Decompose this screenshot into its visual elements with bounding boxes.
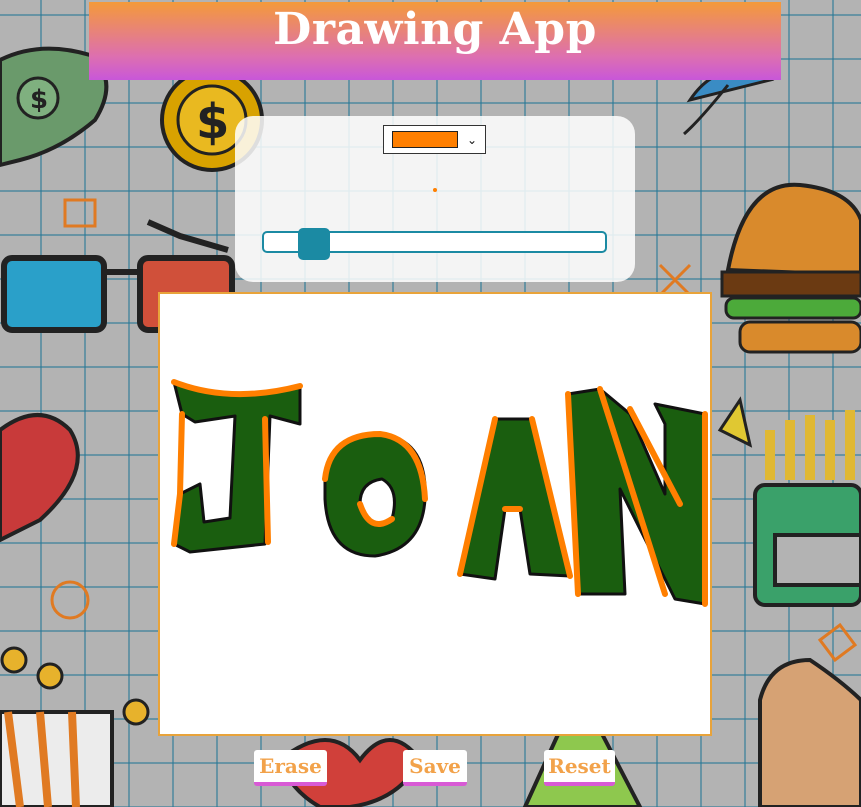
popcorn-icon (0, 646, 150, 807)
save-button[interactable]: Save (403, 750, 467, 786)
color-select[interactable]: ⌄ (383, 125, 486, 154)
selected-color-swatch (392, 131, 458, 148)
svg-text:$: $ (196, 94, 229, 150)
app-header: Drawing App (89, 2, 781, 80)
drawn-letter-j (172, 380, 302, 554)
reset-button[interactable]: Reset (544, 750, 615, 786)
erase-button[interactable]: Erase (254, 750, 327, 786)
controls-panel: ⌄ (235, 116, 635, 282)
canvas-drawing (171, 379, 708, 607)
umbrella-icon (683, 69, 775, 136)
brush-preview-dot (433, 188, 437, 192)
app-title: Drawing App (273, 4, 597, 55)
brush-size-slider[interactable] (262, 228, 607, 260)
burger-icon (720, 182, 861, 354)
fries-icon (753, 410, 861, 607)
chevron-down-icon: ⌄ (467, 132, 478, 147)
thumbs-up-icon (758, 657, 861, 807)
svg-text:$: $ (30, 85, 48, 115)
slider-thumb[interactable] (297, 228, 330, 260)
drawing-canvas[interactable] (158, 292, 712, 736)
